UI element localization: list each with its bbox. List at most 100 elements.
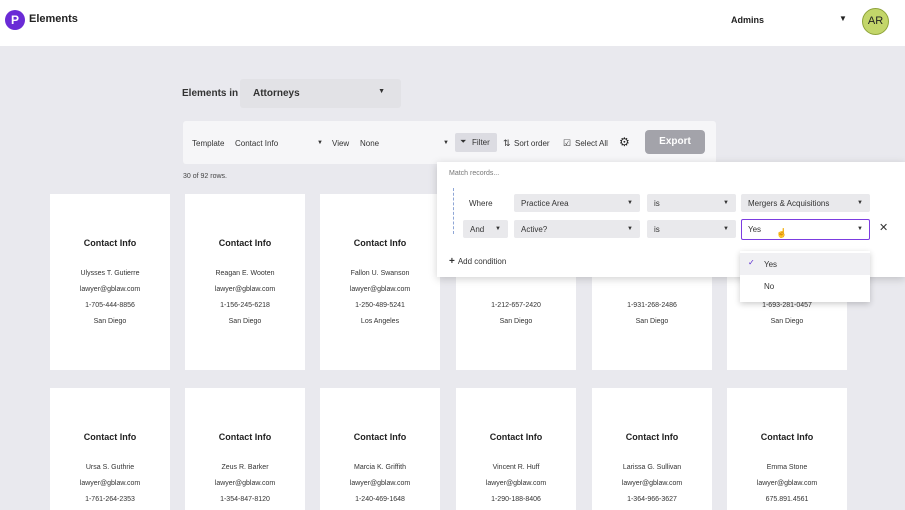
card-email: lawyer@gblaw.com	[214, 286, 276, 293]
close-icon[interactable]: ✕	[879, 221, 888, 234]
record-card[interactable]: Contact Info Reagan E. Wooten lawyer@gbl…	[185, 194, 305, 370]
card-email: lawyer@gblaw.com	[621, 480, 683, 487]
record-card[interactable]: Contact Info Emma Stone lawyer@gblaw.com…	[727, 388, 847, 510]
chevron-down-icon[interactable]: ▼	[839, 14, 847, 23]
record-card[interactable]: Contact Info Ulysses T. Gutierre lawyer@…	[50, 194, 170, 370]
card-name: Ursa S. Guthrie	[85, 464, 135, 471]
record-card[interactable]: Contact Info Vincent R. Huff lawyer@gbla…	[456, 388, 576, 510]
value-dropdown-menu: ✓ Yes No	[740, 251, 870, 302]
add-condition-button[interactable]: + Add condition	[449, 256, 506, 267]
card-email: lawyer@gblaw.com	[349, 286, 411, 293]
record-card[interactable]: Contact Info Marcia K. Griffith lawyer@g…	[320, 388, 440, 510]
card-phone: 1-693-281-0457	[762, 302, 812, 309]
plus-icon: +	[449, 256, 455, 267]
card-title: Contact Info	[218, 238, 272, 248]
card-email: lawyer@gblaw.com	[485, 480, 547, 487]
toolbar: Template Contact Info ▼ View None ▼ ⏷ Fi…	[183, 121, 716, 164]
org-switcher-label[interactable]: Admins	[731, 15, 764, 25]
card-title: Contact Info	[218, 432, 272, 442]
card-city: San Diego	[93, 318, 127, 325]
option-label: Yes	[764, 260, 778, 269]
view-label: View	[332, 139, 350, 148]
app-logo[interactable]: P	[5, 10, 25, 30]
chevron-down-icon: ▼	[495, 226, 501, 232]
template-label: Template	[192, 139, 225, 148]
template-select[interactable]: Contact Info	[235, 139, 278, 148]
record-card[interactable]: Contact Info Ursa S. Guthrie lawyer@gbla…	[50, 388, 170, 510]
card-title: Contact Info	[83, 238, 137, 248]
card-phone: 1-705-444-8856	[85, 302, 135, 309]
condition-value: Yes	[748, 225, 762, 234]
sort-icon[interactable]: ⇅	[503, 138, 511, 149]
dropdown-option-yes[interactable]: ✓ Yes	[740, 253, 870, 275]
card-city: San Diego	[499, 318, 533, 325]
card-title: Contact Info	[489, 432, 543, 442]
card-phone: 1-761-264-2353	[85, 496, 135, 503]
chevron-down-icon: ▼	[627, 200, 633, 206]
checkbox-icon[interactable]: ☑	[563, 138, 571, 149]
export-button[interactable]: Export	[645, 130, 705, 154]
condition-joiner-value: And	[470, 225, 485, 234]
card-title: Contact Info	[353, 238, 407, 248]
chevron-down-icon: ▼	[723, 200, 729, 206]
select-all-button[interactable]: Select All	[575, 139, 608, 148]
card-name: Fallon U. Swanson	[350, 270, 410, 277]
condition-value-select[interactable]: Mergers & Acquisitions ▼	[741, 194, 870, 212]
card-city: San Diego	[770, 318, 804, 325]
card-title: Contact Info	[83, 432, 137, 442]
card-phone: 1-354-847-8120	[220, 496, 270, 503]
card-phone: 1-240-469-1648	[355, 496, 405, 503]
filter-label: Filter	[472, 138, 490, 147]
dropdown-option-no[interactable]: No	[740, 275, 870, 297]
condition-value-select[interactable]: Yes ☝ ▼	[741, 219, 870, 240]
card-phone: 1-250-489-5241	[355, 302, 405, 309]
condition-joiner-select[interactable]: And ▼	[463, 220, 508, 238]
condition-operator-value: is	[654, 199, 660, 208]
card-name: Larissa G. Sullivan	[622, 464, 682, 471]
view-select[interactable]: None	[360, 139, 379, 148]
card-email: lawyer@gblaw.com	[756, 480, 818, 487]
chevron-down-icon: ▼	[378, 88, 385, 95]
chevron-down-icon: ▼	[627, 226, 633, 232]
condition-field-select[interactable]: Active? ▼	[514, 220, 640, 238]
record-card[interactable]: Contact Info Zeus R. Barker lawyer@gblaw…	[185, 388, 305, 510]
chevron-down-icon[interactable]: ▼	[317, 140, 323, 146]
option-label: No	[764, 282, 775, 291]
condition-field-value: Active?	[521, 225, 548, 234]
card-phone: 1-290-188-8406	[491, 496, 541, 503]
record-card[interactable]: Contact Info Fallon U. Swanson lawyer@gb…	[320, 194, 440, 370]
chevron-down-icon[interactable]: ▼	[443, 140, 449, 146]
condition-operator-select[interactable]: is ▼	[647, 220, 736, 238]
collection-value: Attorneys	[253, 88, 300, 99]
avatar[interactable]: AR	[862, 8, 889, 35]
gear-icon[interactable]: ⚙	[619, 135, 630, 149]
card-email: lawyer@gblaw.com	[214, 480, 276, 487]
card-email: lawyer@gblaw.com	[79, 286, 141, 293]
condition-operator-select[interactable]: is ▼	[647, 194, 736, 212]
sort-order-button[interactable]: Sort order	[514, 139, 550, 148]
condition-field-value: Practice Area	[521, 199, 569, 208]
card-phone: 1-212-657-2420	[491, 302, 541, 309]
app-name: Elements	[29, 13, 78, 25]
card-phone: 1-156-245-6218	[220, 302, 270, 309]
check-icon: ✓	[748, 258, 755, 267]
rows-count: 30 of 92 rows.	[183, 173, 227, 180]
condition-field-select[interactable]: Practice Area ▼	[514, 194, 640, 212]
card-name: Emma Stone	[766, 464, 808, 471]
card-email: lawyer@gblaw.com	[349, 480, 411, 487]
card-title: Contact Info	[625, 432, 679, 442]
card-phone: 1-364-966-3627	[627, 496, 677, 503]
card-title: Contact Info	[760, 432, 814, 442]
record-card[interactable]: Contact Info Larissa G. Sullivan lawyer@…	[592, 388, 712, 510]
condition-connector	[453, 188, 454, 234]
chevron-down-icon: ▼	[857, 200, 863, 206]
collection-select[interactable]: Attorneys ▼	[240, 79, 401, 108]
card-phone: 1-931-268-2486	[627, 302, 677, 309]
filter-button[interactable]: ⏷ Filter	[455, 133, 497, 152]
card-name: Zeus R. Barker	[221, 464, 269, 471]
pointer-cursor-icon: ☝	[776, 228, 788, 238]
card-name: Marcia K. Griffith	[354, 464, 406, 471]
chevron-down-icon: ▼	[723, 226, 729, 232]
card-name: Vincent R. Huff	[492, 464, 540, 471]
condition-value: Mergers & Acquisitions	[748, 199, 830, 208]
